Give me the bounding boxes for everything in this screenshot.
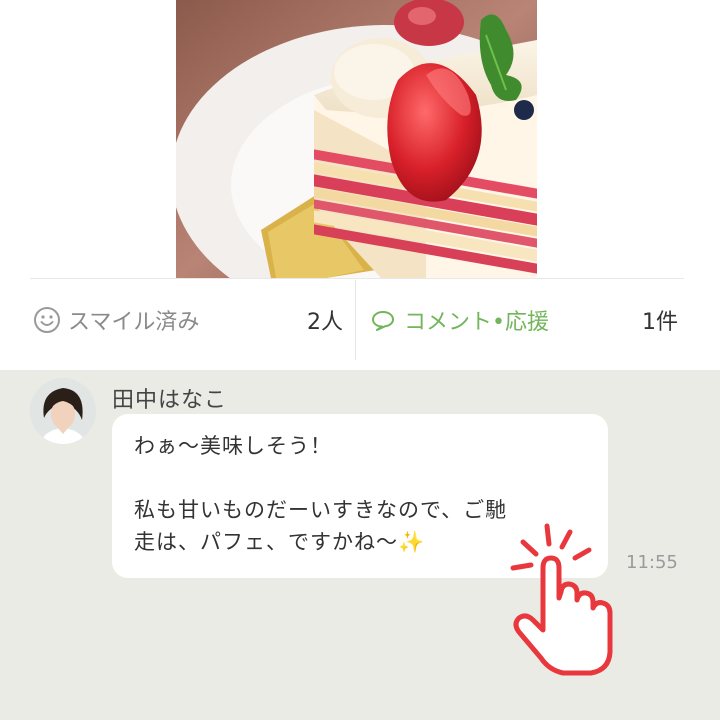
tap-hand-icon	[510, 523, 613, 676]
post-photo[interactable]	[176, 0, 537, 278]
comment-label: コメント•応援	[404, 310, 549, 335]
comment-timestamp: 11:55	[626, 552, 678, 573]
smile-icon	[34, 307, 60, 333]
smile-count: 2人	[307, 310, 343, 335]
avatar[interactable]	[30, 378, 96, 444]
smile-label: スマイル済み	[68, 310, 200, 335]
commenter-name: 田中はなこ	[112, 388, 228, 413]
speech-bubble-icon	[372, 311, 394, 331]
smile-button[interactable]: スマイル済み 2人	[30, 280, 355, 360]
comment-text-line: わぁ〜美味しそう！	[134, 434, 332, 458]
comment-blank-line	[134, 462, 590, 494]
post-area: スマイル済み 2人 コメント•応援 1件	[0, 0, 720, 370]
comment-text: 走は、パフェ、ですかね〜	[134, 530, 398, 554]
post-divider	[30, 278, 684, 279]
sparkles-icon: ✨	[398, 530, 426, 554]
comment-count: 1件	[642, 310, 678, 335]
action-bar: スマイル済み 2人 コメント•応援 1件	[30, 280, 684, 360]
comment-button[interactable]: コメント•応援 1件	[356, 280, 684, 360]
